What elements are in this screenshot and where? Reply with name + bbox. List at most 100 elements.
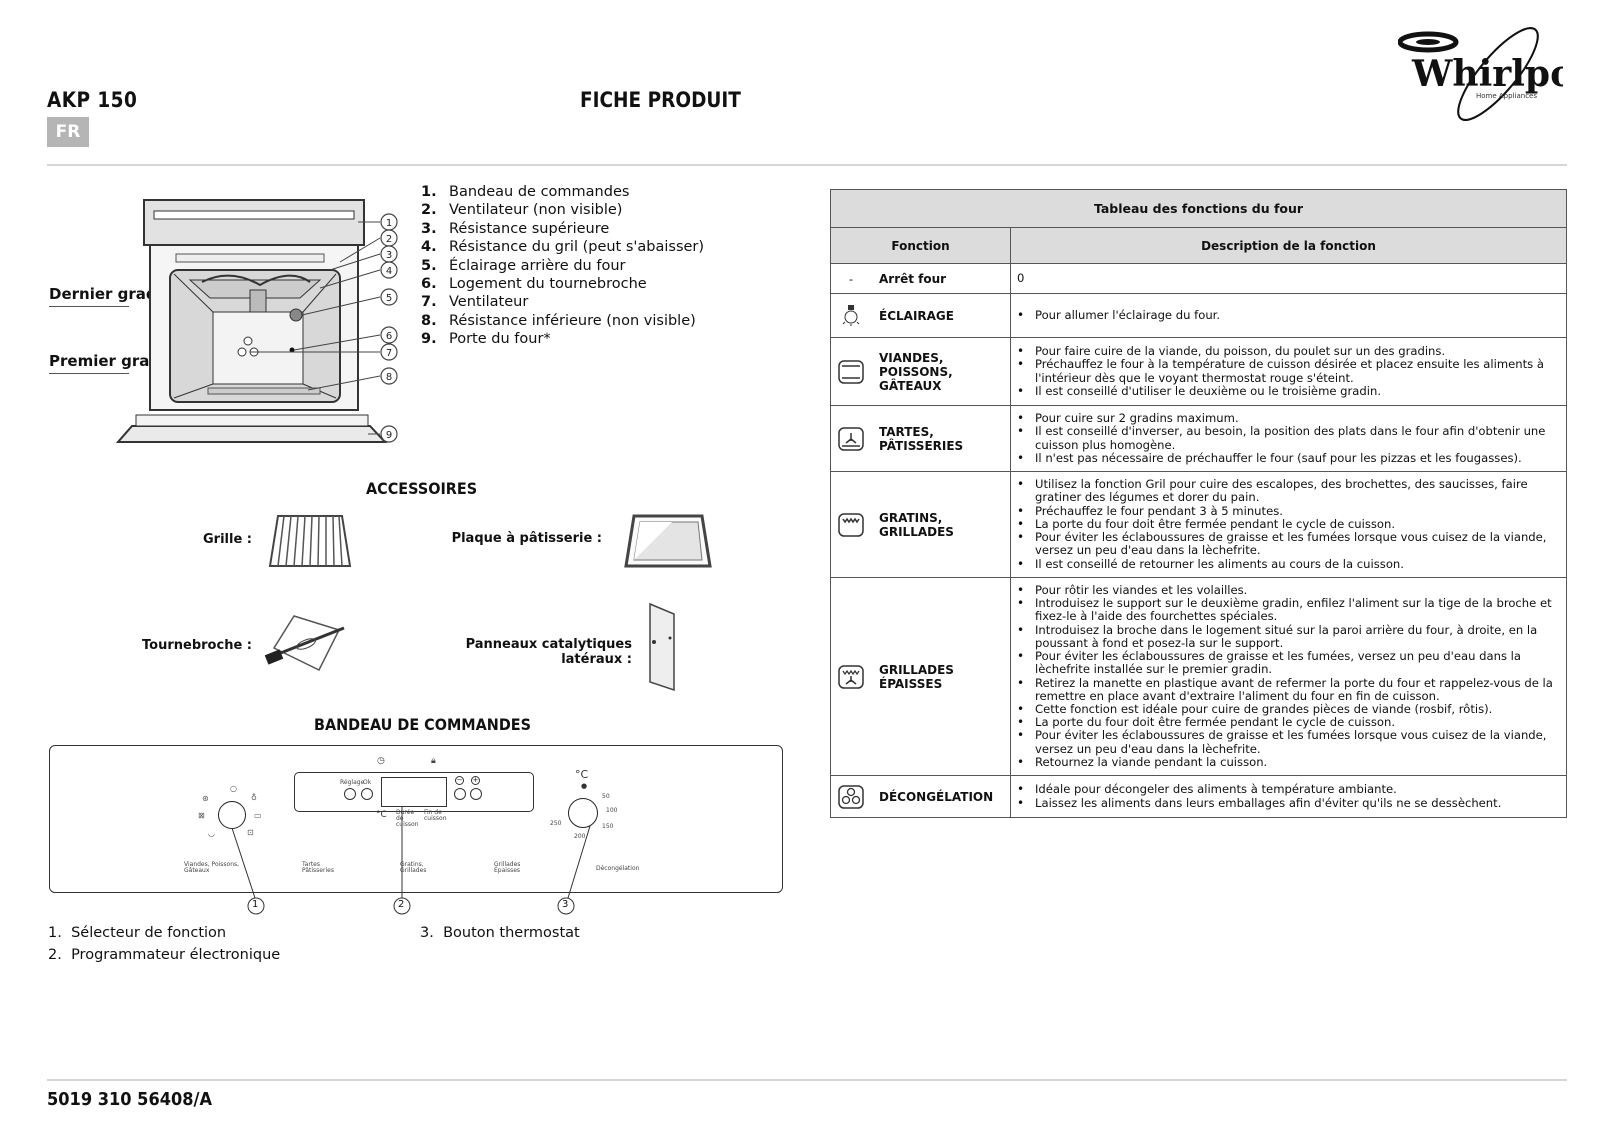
duration-label: Durée de cuisson <box>396 809 419 828</box>
thermostat-unit: °C <box>575 768 589 781</box>
parts-list-item: 6. Logement du tournebroche <box>421 275 704 293</box>
description-list: Pour allumer l'éclairage du four. <box>1017 308 1560 322</box>
fan-bottom-heat-icon <box>837 425 865 453</box>
function-name: ÉCLAIRAGE <box>879 308 954 323</box>
part-number: 5. <box>421 257 437 274</box>
description-bullet: Il n'est pas nécessaire de préchauffer l… <box>1017 451 1560 465</box>
footer-divider <box>47 1079 1567 1081</box>
description-bullet: Préchauffez le four pendant 3 à 5 minute… <box>1017 504 1560 518</box>
function-selector-knob[interactable] <box>218 801 246 829</box>
table-row: - Arrêt four 0 <box>830 263 1567 294</box>
callout-4: 4 <box>386 266 392 277</box>
reglage-button[interactable] <box>344 788 356 800</box>
description-bullet: Utilisez la fonction Gril pour cuire des… <box>1017 478 1560 505</box>
parts-list-item: 1. Bandeau de commandes <box>421 183 704 201</box>
brand-wordmark: Whirlpool <box>1411 53 1563 95</box>
callout-7: 7 <box>386 348 392 359</box>
lock-icon: 🔒︎ <box>431 756 436 766</box>
thermostat-knob[interactable] <box>568 798 598 828</box>
accessory-label-rotisserie: Tournebroche : <box>142 638 252 653</box>
callout-6: 6 <box>386 331 392 342</box>
function-name: GRATINS, GRILLADES <box>879 510 954 539</box>
description-bullet: Il est conseillé d'inverser, au besoin, … <box>1017 425 1560 452</box>
description-bullet: Idéale pour décongeler des aliments à te… <box>1017 783 1560 797</box>
control-legend-left: 1. Sélecteur de fonction 2. Programmateu… <box>48 922 280 966</box>
legend-number: 3. <box>420 925 434 941</box>
leader-line-top-rack <box>49 306 129 307</box>
part-number: 7. <box>421 294 437 311</box>
parts-list: 1. Bandeau de commandes 2. Ventilateur (no… <box>421 183 704 349</box>
function-description: Pour allumer l'éclairage du four. <box>1010 293 1567 338</box>
column-header-description: Description de la fonction <box>1010 227 1567 264</box>
part-label: Logement du tournebroche <box>449 276 647 293</box>
part-label: Bandeau de commandes <box>449 184 630 200</box>
part-label: Porte du four* <box>449 331 551 348</box>
baking-tray-icon <box>622 510 712 572</box>
panel-callout-2: 2 <box>398 899 405 910</box>
grill-icon: ◡ <box>208 829 215 838</box>
part-label: Résistance supérieure <box>449 220 610 237</box>
top-bottom-heat-icon <box>837 358 865 386</box>
fan-bottom-heat-icon: ⊡ <box>247 828 254 837</box>
page-title: FICHE PRODUIT <box>580 88 741 112</box>
part-label: Éclairage arrière du four <box>449 257 626 274</box>
thermostat-indicator-light: ● <box>581 782 588 790</box>
programmer-display <box>381 777 447 807</box>
rotisserie-icon <box>264 610 354 678</box>
legend-item: 1. Sélecteur de fonction <box>48 922 280 944</box>
description-list: Idéale pour décongeler des aliments à te… <box>1017 783 1560 810</box>
celsius-display-label: °C <box>376 810 387 820</box>
part-label: Résistance inférieure (non visible) <box>449 312 696 329</box>
plus-button[interactable] <box>470 788 482 800</box>
oven-functions-table: Tableau des fonctions du four Fonction D… <box>830 189 1567 818</box>
mode-label: Gratins, Grillades <box>400 861 427 874</box>
grill-icon <box>837 511 865 539</box>
ok-button[interactable] <box>361 788 373 800</box>
control-panel-diagram: Réglage Ok − + ◷ 🔒︎ °C Durée de cuisson … <box>49 745 783 893</box>
table-row: ÉCLAIRAGE Pour allumer l'éclairage du fo… <box>830 293 1567 338</box>
description-bullet: Laissez les aliments dans leurs emballag… <box>1017 796 1560 810</box>
description-list: Pour faire cuire de la viande, du poisso… <box>1017 344 1560 398</box>
table-row: TARTES, PÂTISSERIES Pour cuire sur 2 gra… <box>830 405 1567 472</box>
defrost-fan-icon <box>837 783 865 811</box>
mode-label: Tartes Pâtisseries <box>302 861 334 874</box>
parts-list-item: 8. Résistance inférieure (non visible) <box>421 312 704 330</box>
legend-number: 1. <box>48 925 62 941</box>
part-number: 1. <box>421 184 437 200</box>
description-bullet: Introduisez la broche dans le logement s… <box>1017 623 1560 650</box>
control-panel-heading: BANDEAU DE COMMANDES <box>314 715 531 734</box>
table-row: VIANDES, POISSONS, GÂTEAUX Pour faire cu… <box>830 337 1567 406</box>
description-bullet: Introduisez le support sur le deuxième g… <box>1017 597 1560 624</box>
defrost-fan-icon: ⊛ <box>202 794 209 803</box>
leader-line-bottom-rack <box>49 373 129 374</box>
document-code: 5019 310 56408/A <box>47 1089 213 1110</box>
description-bullet: Retirez la manette en plastique avant de… <box>1017 676 1560 703</box>
callout-1: 1 <box>386 218 392 229</box>
accessory-label-baking-tray: Plaque à pâtisserie : <box>451 531 602 546</box>
legend-item: 2. Programmateur électronique <box>48 944 280 966</box>
description-bullet: Préchauffez le four à la température de … <box>1017 358 1560 385</box>
minus-button[interactable] <box>454 788 466 800</box>
end-time-label: Fin de cuisson <box>424 809 447 822</box>
plus-icon: + <box>471 776 480 785</box>
callout-9: 9 <box>386 430 392 441</box>
callout-5: 5 <box>386 293 392 304</box>
lamp-icon <box>837 302 865 330</box>
catalytic-panel-icon <box>644 600 684 695</box>
function-name: Arrêt four <box>879 271 947 286</box>
thermostat-tick-200: 200 <box>574 833 586 840</box>
function-description: Pour faire cuire de la viande, du poisso… <box>1010 337 1567 406</box>
function-description: 0 <box>1010 263 1567 294</box>
reglage-label: Réglage <box>340 779 365 786</box>
thermostat-tick-250: 250 <box>550 820 562 827</box>
parts-list-item: 5. Éclairage arrière du four <box>421 257 704 275</box>
dash-icon: - <box>848 271 854 286</box>
part-label: Ventilateur <box>449 294 529 311</box>
description-bullet: Pour éviter les éclaboussures de graisse… <box>1017 729 1560 756</box>
legend-label: Sélecteur de fonction <box>71 925 227 941</box>
legend-label: Bouton thermostat <box>443 925 580 941</box>
ok-label: Ok <box>363 779 372 786</box>
callout-3: 3 <box>386 250 392 261</box>
description-bullet: Pour éviter les éclaboussures de graisse… <box>1017 530 1560 557</box>
part-label: Ventilateur (non visible) <box>449 202 623 219</box>
